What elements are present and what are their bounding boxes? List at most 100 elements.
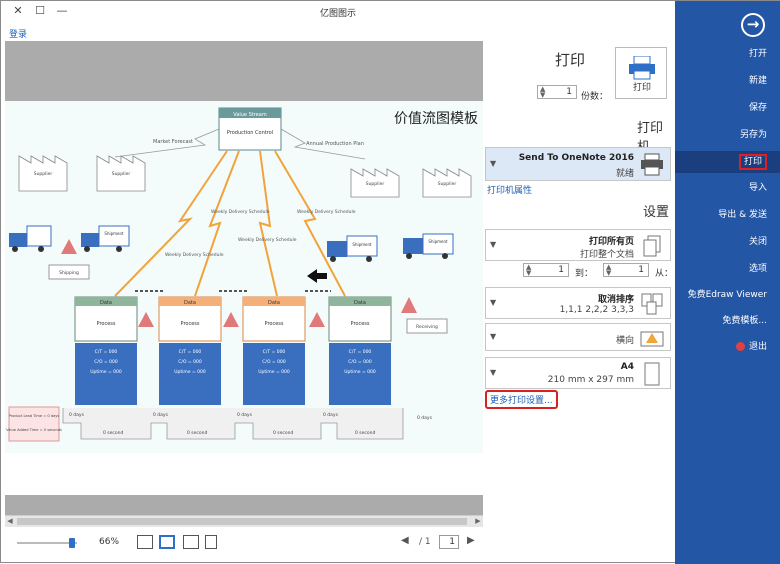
fit-width-icon[interactable] <box>137 535 153 549</box>
svg-text:Uptime = 000: Uptime = 000 <box>174 369 206 375</box>
printer-icon <box>641 153 663 176</box>
paper-icon <box>644 362 660 386</box>
svg-text:0 days: 0 days <box>237 412 253 418</box>
exit-icon <box>735 342 745 351</box>
process-box-4: Data Process C/T = 000 C/O = 000 Uptime … <box>328 296 392 405</box>
svg-text:Weekly Delivery Schedule: Weekly Delivery Schedule <box>297 209 356 215</box>
printer-select[interactable]: ▼ Send To OneNote 2016 就绪 <box>485 147 671 181</box>
svg-text:Value Added Time = 0 seconds: Value Added Time = 0 seconds <box>6 428 62 432</box>
sidebar-item-open[interactable]: 打开 <box>675 45 780 63</box>
chevron-down-icon: ▼ <box>490 368 497 377</box>
svg-text:C/T = 000: C/T = 000 <box>179 349 202 355</box>
zoom-slider-track[interactable] <box>17 542 77 544</box>
svg-text:Uptime = 000: Uptime = 000 <box>258 369 290 375</box>
chevron-down-icon: ▼ <box>490 159 497 168</box>
svg-text:0 second: 0 second <box>355 430 375 436</box>
svg-text:0 days: 0 days <box>417 415 433 421</box>
zoom-level: 66% <box>99 537 120 547</box>
svg-text:Value Stream: Value Stream <box>233 112 267 118</box>
svg-text:Uptime = 000: Uptime = 000 <box>90 369 122 375</box>
svg-text:0 days: 0 days <box>323 412 339 418</box>
svg-text:Supplier: Supplier <box>34 171 53 177</box>
more-print-settings-link[interactable]: 更多打印设置... <box>485 390 558 409</box>
to-page-input[interactable]: ▲ ▼ 1 <box>523 263 569 277</box>
sidebar-item-close[interactable]: 关闭 <box>675 233 780 251</box>
orientation-select[interactable]: ▼ 横向 <box>485 323 671 351</box>
page-number-input[interactable]: 1 <box>439 535 459 549</box>
pages-icon <box>643 235 661 257</box>
svg-text:Receiving: Receiving <box>416 324 438 330</box>
sidebar-item-import[interactable]: 导入 <box>675 179 780 197</box>
collate-select[interactable]: ▼ 取消排序 1,1,1 2,2,2 3,3,3 <box>485 287 671 319</box>
svg-text:Process: Process <box>97 321 116 327</box>
close-window-button[interactable]: ✕ <box>9 4 27 18</box>
svg-text:Production Control: Production Control <box>227 130 273 136</box>
print-window: 亿图图示 ✕ ☐ — 登录 价值流图模板 Value Stream Produc… <box>0 0 780 564</box>
sidebar-item-exit[interactable]: 退出 <box>675 338 780 356</box>
svg-text:0 second: 0 second <box>187 430 207 436</box>
print-heading: 打印 <box>555 51 586 69</box>
svg-text:Data: Data <box>184 300 196 306</box>
svg-text:Product Lead Time = 0 days: Product Lead Time = 0 days <box>9 414 60 418</box>
printer-properties-link[interactable]: 打印机属性 <box>487 183 532 196</box>
prev-page-icon[interactable]: ◀ <box>401 535 409 546</box>
sidebar-item-print[interactable]: 打印 <box>675 151 780 173</box>
settings-heading: 设置 <box>643 205 670 220</box>
printer-icon <box>629 56 655 80</box>
svg-text:C/O = 000: C/O = 000 <box>348 359 372 365</box>
svg-text:0 days: 0 days <box>69 412 85 418</box>
svg-text:Supplier: Supplier <box>366 181 385 187</box>
svg-text:Shipment: Shipment <box>352 242 372 247</box>
scroll-thumb[interactable] <box>17 518 467 525</box>
print-settings-panel: 打印 打印 份数： ▲▼1 打印机 ▼ Send To OneNote 2016… <box>485 41 675 561</box>
svg-text:Annual Production Plan: Annual Production Plan <box>306 141 364 147</box>
minimize-window-button[interactable]: — <box>53 4 71 18</box>
svg-text:C/T = 000: C/T = 000 <box>349 349 372 355</box>
svg-text:C/T = 000: C/T = 000 <box>95 349 118 355</box>
zoom-slider-handle[interactable] <box>69 538 75 548</box>
copies-input[interactable]: ▲ ▼ 1 <box>537 85 577 99</box>
scroll-right-icon[interactable]: ▶ <box>473 516 483 527</box>
back-arrow-icon[interactable]: → <box>741 13 765 37</box>
from-label: 从： <box>655 269 674 279</box>
sidebar-item-export-send[interactable]: 导出 & 发送 <box>675 206 780 224</box>
next-page-icon[interactable]: ▶ <box>467 535 475 546</box>
sidebar-item-save[interactable]: 保存 <box>675 99 780 117</box>
sidebar-item-edraw-viewer[interactable]: 免费Edraw Viewer <box>675 286 780 304</box>
svg-text:Market Forecast: Market Forecast <box>153 139 193 145</box>
svg-text:Process: Process <box>265 321 284 327</box>
fit-page-icon[interactable] <box>159 535 175 549</box>
svg-text:Weekly Delivery Schedule: Weekly Delivery Schedule <box>165 252 224 258</box>
sidebar-item-label: 打印 <box>738 154 767 170</box>
print-preview-area: 价值流图模板 Value Stream Production Control M… <box>5 41 483 527</box>
horizontal-scrollbar[interactable]: ◀ ▶ <box>5 515 483 527</box>
svg-text:0 days: 0 days <box>153 412 169 418</box>
from-page-input[interactable]: ▲ ▼ 1 <box>603 263 649 277</box>
value-stream-map-diagram: 价值流图模板 Value Stream Production Control M… <box>5 101 483 453</box>
sidebar-item-save-as[interactable]: 另存为 <box>675 126 780 144</box>
svg-text:0 second: 0 second <box>273 430 293 436</box>
svg-text:Process: Process <box>351 321 370 327</box>
print-range-select[interactable]: ▼ 打印所有页 打印整个文档 <box>485 229 671 261</box>
window-title: 亿图图示 <box>319 9 356 19</box>
svg-text:Supplier: Supplier <box>438 181 457 187</box>
single-page-icon[interactable] <box>205 535 217 549</box>
landscape-icon <box>640 331 664 347</box>
svg-text:C/T = 000: C/T = 000 <box>263 349 286 355</box>
chevron-down-icon: ▼ <box>490 240 497 249</box>
login-link[interactable]: 登录 <box>9 27 27 40</box>
two-pages-icon[interactable] <box>183 535 199 549</box>
chevron-down-icon: ▼ <box>490 298 497 307</box>
sidebar-item-free-templates[interactable]: 免费模板... <box>675 312 780 330</box>
maximize-window-button[interactable]: ☐ <box>31 4 49 18</box>
scroll-left-icon[interactable]: ◀ <box>5 516 15 527</box>
paper-size-select[interactable]: ▼ A4 210 mm x 297 mm <box>485 357 671 389</box>
collate-icon <box>641 293 663 315</box>
svg-text:C/O = 000: C/O = 000 <box>94 359 118 365</box>
title-bar: 亿图图示 ✕ ☐ — <box>1 1 675 23</box>
chevron-down-icon: ▼ <box>490 332 497 341</box>
print-button[interactable]: 打印 <box>615 47 667 99</box>
sidebar-item-options[interactable]: 选项 <box>675 260 780 278</box>
to-label: 到： <box>575 269 594 279</box>
sidebar-item-new[interactable]: 新建 <box>675 72 780 90</box>
